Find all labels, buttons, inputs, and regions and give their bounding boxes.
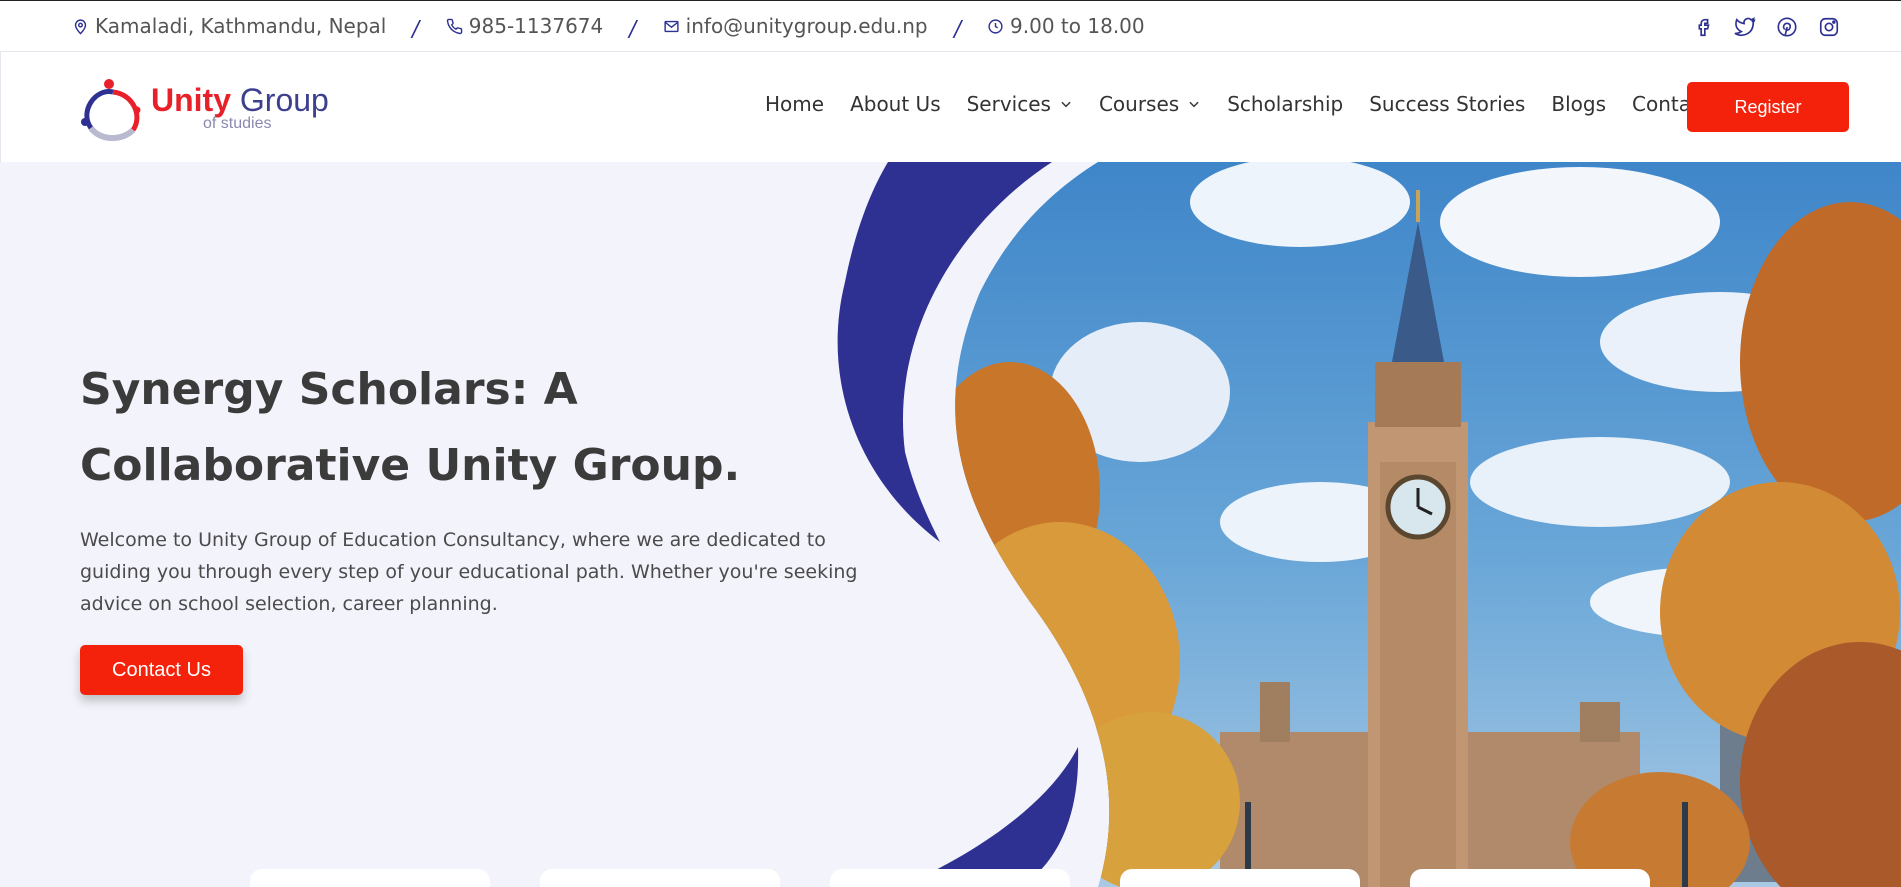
feature-card[interactable]	[1120, 869, 1360, 887]
nav-services[interactable]: Services	[967, 92, 1073, 116]
twitter-icon	[1734, 17, 1756, 37]
contact-info: Kamaladi, Kathmandu, Nepal / 985-1137674…	[72, 14, 1145, 42]
nav-blogs-label: Blogs	[1551, 92, 1606, 116]
feature-card[interactable]	[830, 869, 1070, 887]
feature-card[interactable]	[1410, 869, 1650, 887]
hero-section: Synergy Scholars: A Collaborative Unity …	[0, 162, 1901, 887]
pinterest-link[interactable]	[1775, 15, 1799, 39]
separator: /	[410, 16, 422, 42]
hours-item: 9.00 to 18.00	[987, 14, 1145, 38]
logo-mark-icon	[81, 79, 141, 141]
contact-us-button[interactable]: Contact Us	[80, 645, 243, 695]
logo-group: Group	[231, 82, 329, 118]
twitter-link[interactable]	[1733, 15, 1757, 39]
top-info-bar: Kamaladi, Kathmandu, Nepal / 985-1137674…	[0, 0, 1901, 52]
facebook-icon	[1698, 18, 1710, 37]
main-navbar: Unity Group of studies Home About Us Ser…	[0, 52, 1901, 162]
main-menu: Home About Us Services Courses Scholarsh…	[765, 92, 1765, 116]
feature-card[interactable]	[250, 869, 490, 887]
social-links	[1691, 15, 1841, 39]
site-logo[interactable]: Unity Group of studies	[77, 72, 337, 144]
map-pin-icon	[74, 18, 87, 35]
nav-services-label: Services	[966, 92, 1051, 116]
separator: /	[951, 16, 964, 42]
instagram-link[interactable]	[1817, 15, 1841, 39]
instagram-icon	[1819, 17, 1839, 37]
nav-success-stories[interactable]: Success Stories	[1369, 92, 1525, 116]
nav-about-us[interactable]: About Us	[850, 92, 941, 116]
phone-icon	[446, 18, 463, 34]
nav-home-label: Home	[765, 92, 825, 116]
email-text: info@unitygroup.edu.np	[685, 14, 928, 38]
feature-card[interactable]	[540, 869, 780, 887]
pinterest-icon	[1777, 17, 1797, 37]
nav-blogs[interactable]: Blogs	[1551, 92, 1606, 116]
address-text: Kamaladi, Kathmandu, Nepal	[95, 14, 387, 38]
chevron-down-icon	[1061, 101, 1071, 108]
email-item[interactable]: info@unitygroup.edu.np	[663, 14, 928, 38]
separator: /	[627, 16, 639, 42]
facebook-link[interactable]	[1691, 15, 1715, 39]
nav-success-stories-label: Success Stories	[1369, 92, 1526, 116]
logo-text: Unity Group of studies	[151, 82, 329, 133]
nav-home[interactable]: Home	[765, 92, 824, 116]
hero-title: Synergy Scholars: A Collaborative Unity …	[80, 364, 741, 491]
feature-cards	[250, 869, 1650, 887]
nav-courses-label: Courses	[1098, 92, 1180, 116]
nav-about-us-label: About Us	[850, 92, 941, 116]
nav-scholarship[interactable]: Scholarship	[1227, 92, 1343, 116]
hero-description: Welcome to Unity Group of Education Cons…	[80, 529, 858, 615]
nav-scholarship-label: Scholarship	[1227, 92, 1344, 116]
clock-icon	[988, 18, 1003, 34]
hours-text: 9.00 to 18.00	[1010, 14, 1145, 38]
logo-unity: Unity	[151, 82, 231, 118]
chevron-down-icon	[1189, 101, 1199, 108]
nav-courses[interactable]: Courses	[1099, 92, 1201, 116]
mail-icon	[664, 20, 679, 32]
address-item: Kamaladi, Kathmandu, Nepal	[72, 14, 386, 38]
register-button[interactable]: Register	[1687, 82, 1849, 132]
phone-text: 985-1137674	[468, 14, 604, 38]
phone-item[interactable]: 985-1137674	[446, 14, 603, 38]
